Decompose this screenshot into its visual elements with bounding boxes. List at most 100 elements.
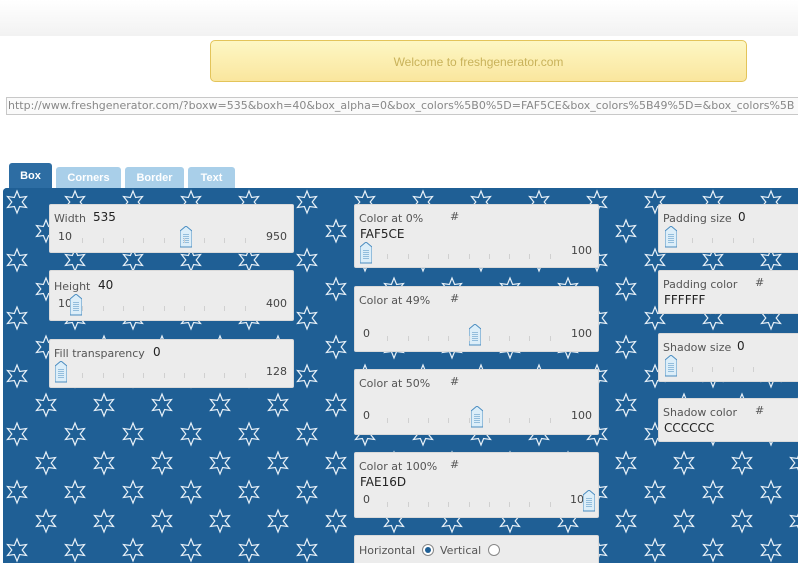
slider-tick (488, 254, 490, 259)
slider-tick (122, 373, 124, 378)
slider-tick (509, 418, 511, 423)
slider-tick (448, 418, 450, 423)
shadow-color-value[interactable]: CCCCCC (664, 421, 714, 435)
slider-tick (407, 336, 409, 341)
slider-tick (509, 254, 511, 259)
slider-tick (691, 238, 693, 243)
color-49-slider-thumb[interactable] (469, 324, 481, 346)
slider-tick (509, 502, 511, 507)
slider-tick (549, 336, 551, 341)
color-49-label: Color at 49% (359, 294, 431, 307)
color-0-hex[interactable]: FAF5CE (360, 227, 405, 241)
color-0-label: Color at 0% (359, 212, 424, 225)
horizontal-radio[interactable] (422, 544, 434, 556)
color-50-slider-thumb[interactable] (471, 406, 483, 428)
slider-tick (224, 306, 226, 311)
slider-tick (488, 418, 490, 423)
slider-tick (488, 336, 490, 341)
slider-tick (407, 502, 409, 507)
settings-panel: Width 535 10 950 Height 40 10 400 Fill t… (3, 188, 798, 563)
slider-tick (732, 238, 734, 243)
slider-tick (468, 336, 470, 341)
preview-text: Welcome to freshgenerator.com (393, 55, 564, 69)
color-50-label: Color at 50% (359, 377, 431, 390)
padding-color-label: Padding color (663, 278, 738, 291)
color-100-slider-thumb[interactable] (583, 490, 595, 512)
slider-tick (529, 254, 531, 259)
slider-tick (691, 367, 693, 372)
slider-tick (244, 238, 246, 243)
width-value[interactable]: 535 (93, 210, 116, 224)
slider-tick (732, 367, 734, 372)
height-card: Height 40 10 400 (49, 270, 294, 321)
padding-size-label: Padding size (663, 212, 732, 225)
width-card: Width 535 10 950 (49, 204, 294, 253)
slider-tick (468, 418, 470, 423)
padding-color-value[interactable]: FFFFFF (664, 293, 705, 307)
slider-tick (102, 238, 104, 243)
color-50-min: 0 (363, 409, 370, 422)
tab-text[interactable]: Text (188, 167, 235, 188)
slider-tick (244, 306, 246, 311)
slider-tick (387, 502, 389, 507)
slider-tick (224, 238, 226, 243)
header-background (0, 0, 798, 36)
slider-tick (163, 306, 165, 311)
vertical-radio[interactable] (488, 544, 500, 556)
width-max: 950 (266, 230, 287, 243)
fill-transparency-label: Fill transparency (54, 347, 145, 360)
slider-tick (204, 373, 206, 378)
width-min: 10 (58, 230, 72, 243)
slider-tick (102, 306, 104, 311)
slider-tick (427, 502, 429, 507)
slider-tick (387, 418, 389, 423)
padding-color-card: Padding color # FFFFFF (658, 270, 798, 314)
width-slider-thumb[interactable] (180, 226, 192, 248)
height-value[interactable]: 40 (98, 278, 113, 292)
tab-box[interactable]: Box (9, 163, 52, 188)
slider-tick (122, 306, 124, 311)
horizontal-label: Horizontal (359, 544, 416, 557)
slider-tick (509, 336, 511, 341)
color-0-card: Color at 0% # FAF5CE 100 (354, 204, 599, 268)
shadow-size-slider-thumb[interactable] (665, 355, 677, 377)
fill-transparency-slider-thumb[interactable] (55, 361, 67, 383)
slider-tick (387, 254, 389, 259)
slider-tick (224, 373, 226, 378)
slider-tick (427, 254, 429, 259)
slider-tick (122, 238, 124, 243)
slider-tick (183, 306, 185, 311)
slider-tick (488, 502, 490, 507)
slider-tick (549, 502, 551, 507)
color-50-card: Color at 50% # 0 100 (354, 369, 599, 435)
slider-tick (427, 336, 429, 341)
slider-tick (82, 306, 84, 311)
height-max: 400 (266, 297, 287, 310)
tab-corners[interactable]: Corners (56, 167, 121, 188)
color-49-min: 0 (363, 327, 370, 340)
slider-tick (407, 418, 409, 423)
fill-transparency-value[interactable]: 0 (153, 345, 161, 359)
slider-tick (468, 502, 470, 507)
padding-size-slider-thumb[interactable] (665, 226, 677, 248)
shadow-size-value[interactable]: 0 (737, 339, 745, 353)
url-field[interactable]: http://www.freshgenerator.com/?boxw=535&… (6, 97, 798, 115)
slider-tick (163, 238, 165, 243)
color-100-card: Color at 100% # FAE16D 0 10 (354, 452, 599, 518)
color-100-hex[interactable]: FAE16D (360, 475, 406, 489)
color-0-hash: # (450, 210, 460, 223)
padding-size-value[interactable]: 0 (738, 210, 746, 224)
color-100-label: Color at 100% (359, 460, 438, 473)
orientation-card: Horizontal Vertical (354, 535, 599, 563)
slider-tick (183, 373, 185, 378)
height-slider-thumb[interactable] (70, 294, 82, 316)
slider-tick (712, 238, 714, 243)
slider-tick (143, 306, 145, 311)
color-0-slider-thumb[interactable] (360, 242, 372, 264)
slider-tick (163, 373, 165, 378)
slider-tick (529, 418, 531, 423)
slider-tick (712, 367, 714, 372)
slider-tick (529, 336, 531, 341)
slider-tick (448, 502, 450, 507)
tab-border[interactable]: Border (125, 167, 184, 188)
